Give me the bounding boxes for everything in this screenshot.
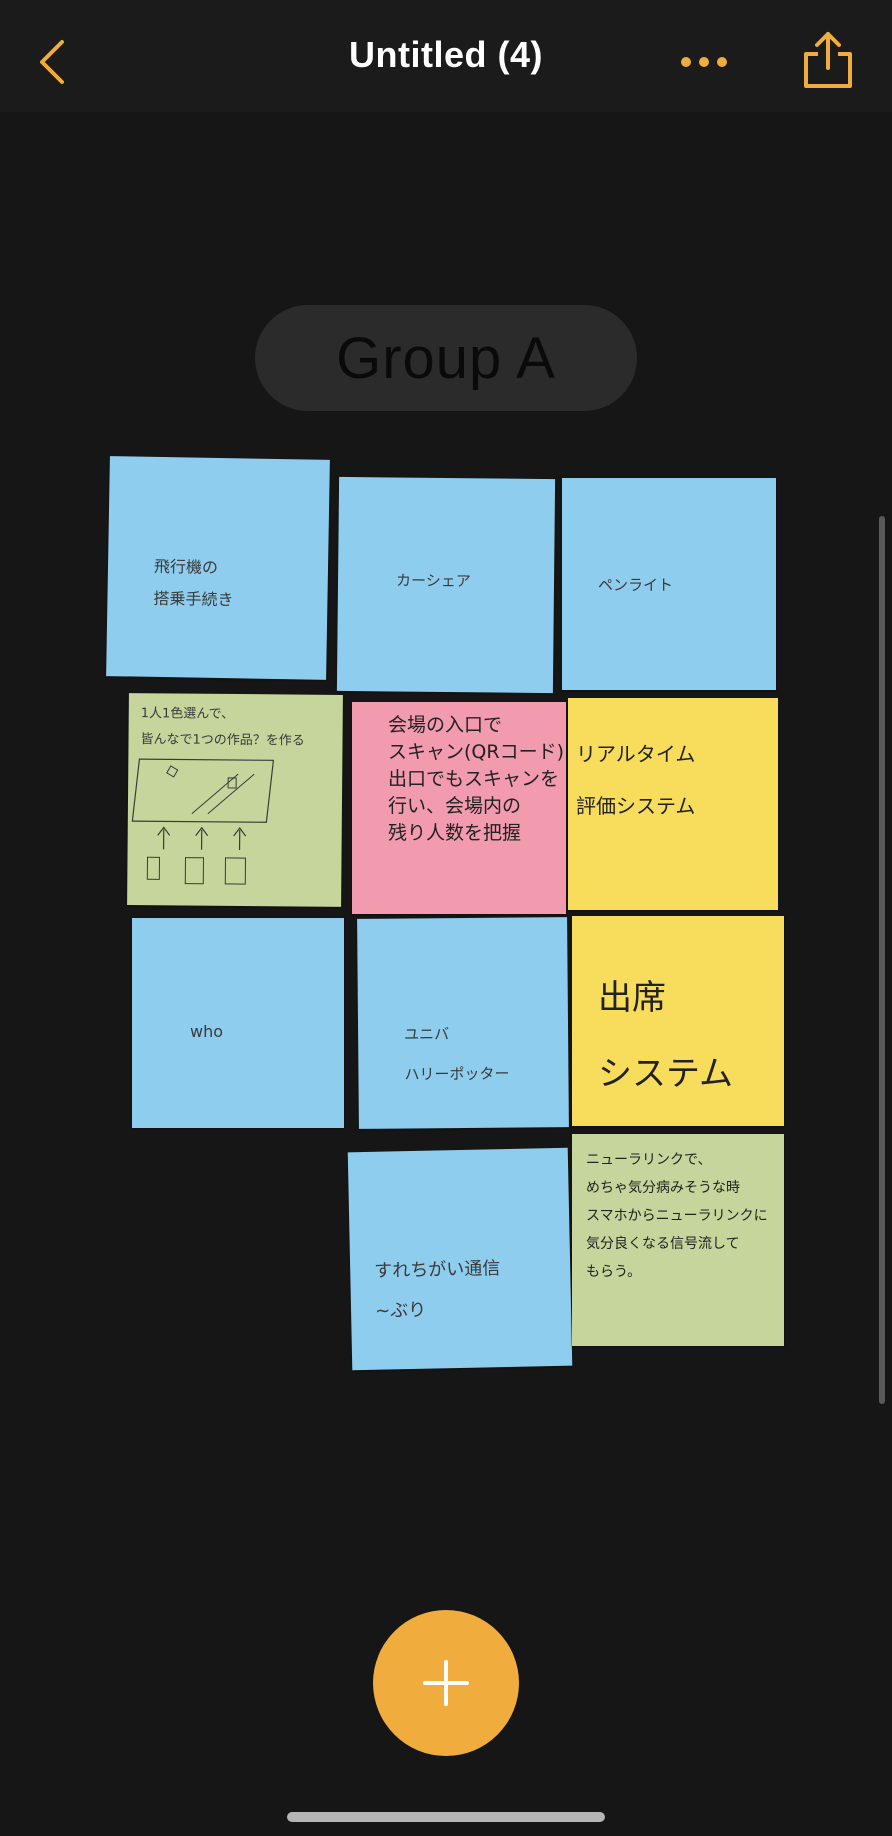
- sticky-note[interactable]: リアルタイム 評価システム: [568, 698, 778, 910]
- sticky-note[interactable]: カーシェア: [336, 476, 556, 694]
- sticky-note-text: 出席 システム: [598, 978, 733, 1094]
- sticky-note-text: who: [190, 1022, 224, 1041]
- page-title: Untitled (4): [349, 34, 543, 75]
- sticky-note-text: 飛行機の 搭乗手続き: [153, 556, 234, 610]
- sticky-note[interactable]: ユニバ ハリーポッター: [357, 917, 569, 1129]
- group-label[interactable]: Group A: [255, 305, 637, 411]
- group-label-text: Group A: [336, 325, 556, 391]
- sticky-note-text: カーシェア: [395, 571, 471, 591]
- more-options-button[interactable]: [676, 44, 732, 80]
- sticky-note[interactable]: 1人1色選んで、 皆んなで1つの作品？を作る: [127, 693, 343, 907]
- sticky-note[interactable]: ペンライト: [562, 478, 776, 690]
- share-button[interactable]: [798, 28, 858, 92]
- sticky-note[interactable]: 出席 システム: [572, 916, 784, 1126]
- home-indicator[interactable]: [287, 1812, 605, 1822]
- share-icon: [804, 32, 852, 88]
- sticky-note-text: ペンライト: [598, 576, 674, 594]
- sticky-note[interactable]: 会場の入口で スキャン(QRコード) 出口でもスキャンを 行い、会場内の 残り人…: [352, 702, 566, 914]
- sticky-note[interactable]: すれちがい通信 ~ぶり: [347, 1147, 573, 1371]
- sticky-note[interactable]: 飛行機の 搭乗手続き: [106, 456, 330, 680]
- board-screen: Untitled (4) Group A 飛行機の 搭乗手続き カーシェア ペン…: [0, 0, 892, 1836]
- sticky-note-text: 会場の入口で スキャン(QRコード) 出口でもスキャンを 行い、会場内の 残り人…: [388, 714, 564, 844]
- sticky-note-text: ニューラリンクで、 めちゃ気分病みそうな時 スマホからニューラリンクに 気分良く…: [586, 1152, 768, 1280]
- ellipsis-icon: [681, 57, 727, 67]
- top-bar: Untitled (4): [0, 0, 892, 112]
- sticky-note-text: リアルタイム 評価システム: [576, 742, 696, 818]
- sticky-note[interactable]: ニューラリンクで、 めちゃ気分病みそうな時 スマホからニューラリンクに 気分良く…: [572, 1134, 784, 1346]
- sticky-note-text: すれちがい通信 ~ぶり: [374, 1258, 501, 1322]
- sticky-note-text: ユニバ ハリーポッター: [404, 1025, 510, 1084]
- sticky-note[interactable]: who: [132, 918, 344, 1128]
- note-sketch: [131, 758, 275, 885]
- add-note-button[interactable]: [373, 1610, 519, 1756]
- scrollbar[interactable]: [879, 516, 885, 1404]
- plus-icon: [423, 1660, 469, 1706]
